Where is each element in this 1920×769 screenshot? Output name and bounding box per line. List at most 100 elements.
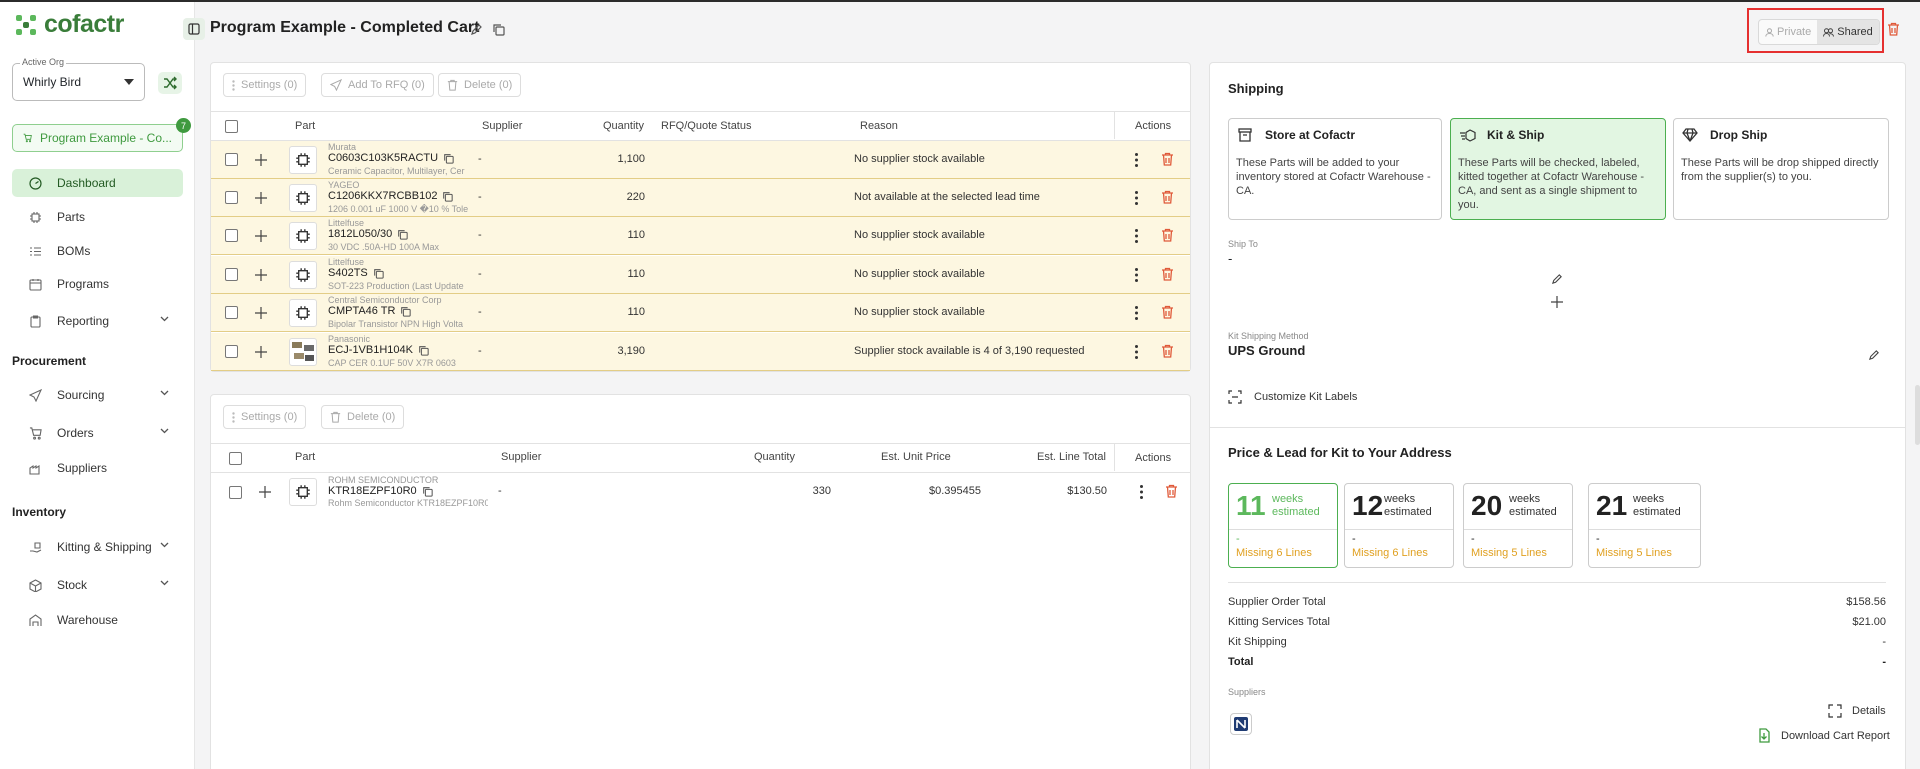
part-number-text: ECJ-1VB1H104K (328, 344, 413, 356)
trash-icon[interactable] (1161, 190, 1174, 204)
option-title: Store at Cofactr (1265, 128, 1356, 142)
row-checkbox[interactable] (225, 153, 238, 166)
download-cart-report-button[interactable]: Download Cart Report (1757, 728, 1890, 743)
plus-icon[interactable] (259, 486, 271, 498)
shared-button[interactable]: Shared (1817, 20, 1879, 44)
details-button[interactable]: Details (1828, 704, 1886, 718)
part-number[interactable]: CMPTA46 TR (328, 305, 412, 317)
select-all-checkbox[interactable] (225, 120, 238, 133)
edit-title-icon[interactable] (470, 23, 483, 36)
table-row[interactable]: ROHM SEMICONDUCTOR KTR18EZPF10R0 Rohm Se… (211, 473, 1190, 511)
nav-parts[interactable]: Parts (12, 203, 183, 231)
trash-icon[interactable] (1161, 344, 1174, 358)
trash-icon[interactable] (1161, 152, 1174, 166)
plus-icon[interactable] (255, 307, 267, 319)
copy-icon[interactable] (418, 345, 429, 356)
kebab-icon[interactable] (1135, 268, 1138, 282)
plus-icon[interactable] (255, 230, 267, 242)
part-number[interactable]: KTR18EZPF10R0 (328, 485, 433, 497)
copy-icon[interactable] (373, 268, 384, 279)
active-cart-button[interactable]: Program Example - Co... (12, 124, 183, 152)
nav-dashboard[interactable]: Dashboard (12, 169, 183, 197)
delete-cart-icon[interactable] (1887, 22, 1900, 36)
reason-cell: No supplier stock available (854, 153, 985, 165)
nav-sourcing[interactable]: Sourcing (12, 381, 183, 409)
plus-icon[interactable] (255, 154, 267, 166)
edit-method-icon[interactable] (1868, 349, 1880, 361)
kit-and-ship-option[interactable]: Kit & Ship These Parts will be checked, … (1450, 118, 1666, 220)
manufacturer: ROHM SEMICONDUCTOR (328, 475, 439, 485)
copy-icon[interactable] (422, 486, 433, 497)
copy-icon[interactable] (400, 306, 412, 317)
nav-stock[interactable]: Stock (12, 571, 183, 599)
trash-icon[interactable] (1165, 484, 1178, 498)
trash-icon[interactable] (1161, 305, 1174, 319)
lead-option-card[interactable]: 11 weeks estimated - Missing 6 Lines (1228, 483, 1338, 568)
nav-boms[interactable]: BOMs (12, 237, 183, 265)
logo[interactable]: cofactr (14, 10, 124, 39)
nav-kitting-shipping[interactable]: Kitting & Shipping (12, 533, 183, 561)
kebab-icon[interactable] (1135, 306, 1138, 320)
select-all-checkbox[interactable] (229, 452, 242, 465)
part-number[interactable]: C0603C103K5RACTU (328, 152, 454, 164)
copy-icon[interactable] (397, 229, 408, 240)
settings-button[interactable]: Settings (0) (223, 73, 307, 97)
add-to-rfq-button[interactable]: Add To RFQ (0) (321, 73, 434, 97)
plus-icon[interactable] (255, 346, 267, 358)
row-checkbox[interactable] (225, 229, 238, 242)
trash-icon[interactable] (1161, 228, 1174, 242)
nav-warehouse[interactable]: Warehouse (12, 606, 183, 634)
copy-icon[interactable] (492, 23, 505, 36)
scrollbar-thumb[interactable] (1915, 385, 1920, 445)
part-number[interactable]: 1812L050/30 (328, 228, 408, 240)
supplier-logo[interactable] (1230, 713, 1252, 735)
top-border (0, 0, 1920, 2)
supplier-cell: - (478, 345, 482, 357)
row-checkbox[interactable] (225, 268, 238, 281)
settings-button[interactable]: Settings (0) (223, 405, 307, 429)
table-row[interactable]: Littelfuse 1812L050/30 30 VDC .50A-HD 100A… (211, 217, 1190, 255)
private-button[interactable]: Private (1759, 20, 1817, 44)
nav-programs[interactable]: Programs (12, 270, 183, 298)
table-row[interactable]: Murata C0603C103K5RACTU Ceramic Capacitor,… (211, 141, 1190, 179)
delete-selected-button[interactable]: Delete (0) (438, 73, 522, 97)
part-number[interactable]: ECJ-1VB1H104K (328, 344, 429, 356)
part-number[interactable]: C1206KKX7RCBB102 (328, 190, 454, 202)
switch-org-button[interactable] (158, 72, 182, 94)
table-row[interactable]: YAGEO C1206KKX7RCBB102 1206 0.001 uF 1000 … (211, 179, 1190, 217)
kebab-icon[interactable] (1135, 345, 1138, 359)
nav-reporting[interactable]: Reporting (12, 307, 183, 335)
table-row[interactable]: Littelfuse S402TS SOT-223 Production (Last… (211, 256, 1190, 294)
org-select[interactable]: Whirly Bird (12, 63, 145, 101)
lead-option-card[interactable]: 20 weeks estimated - Missing 5 Lines (1463, 483, 1573, 568)
customize-kit-labels-button[interactable]: Customize Kit Labels (1228, 390, 1357, 404)
row-checkbox[interactable] (229, 486, 242, 499)
plus-icon[interactable] (255, 192, 267, 204)
drop-ship-option[interactable]: Drop Ship These Parts will be drop shipp… (1673, 118, 1889, 220)
row-checkbox[interactable] (225, 306, 238, 319)
nav-suppliers[interactable]: Suppliers (12, 454, 183, 482)
copy-icon[interactable] (443, 153, 454, 164)
lead-option-card[interactable]: 21 weeks estimated - Missing 5 Lines (1588, 483, 1701, 568)
lead-option-card[interactable]: 12 weeks estimated - Missing 6 Lines (1344, 483, 1454, 568)
table-row[interactable]: Central Semiconductor Corp CMPTA46 TR Bipo… (211, 294, 1190, 332)
part-number[interactable]: S402TS (328, 267, 384, 279)
trash-icon[interactable] (1161, 267, 1174, 281)
plus-icon[interactable] (255, 269, 267, 281)
table-row[interactable]: Panasonic ECJ-1VB1H104K CAP CER 0.1UF 50V … (211, 333, 1190, 371)
kebab-icon[interactable] (1135, 153, 1138, 167)
download-label: Download Cart Report (1781, 729, 1890, 742)
store-at-cofactr-option[interactable]: Store at Cofactr These Parts will be add… (1228, 118, 1442, 220)
kebab-icon[interactable] (1135, 191, 1138, 205)
kebab-icon[interactable] (1135, 229, 1138, 243)
add-address-icon[interactable] (1551, 296, 1563, 308)
nav-orders[interactable]: Orders (12, 419, 183, 447)
collapse-sidebar-button[interactable] (183, 18, 205, 40)
kebab-icon[interactable] (1140, 485, 1143, 499)
row-checkbox[interactable] (225, 191, 238, 204)
reason-cell: No supplier stock available (854, 306, 985, 318)
edit-address-icon[interactable] (1551, 273, 1563, 285)
delete-selected-button[interactable]: Delete (0) (321, 405, 405, 429)
copy-icon[interactable] (442, 191, 454, 202)
row-checkbox[interactable] (225, 345, 238, 358)
